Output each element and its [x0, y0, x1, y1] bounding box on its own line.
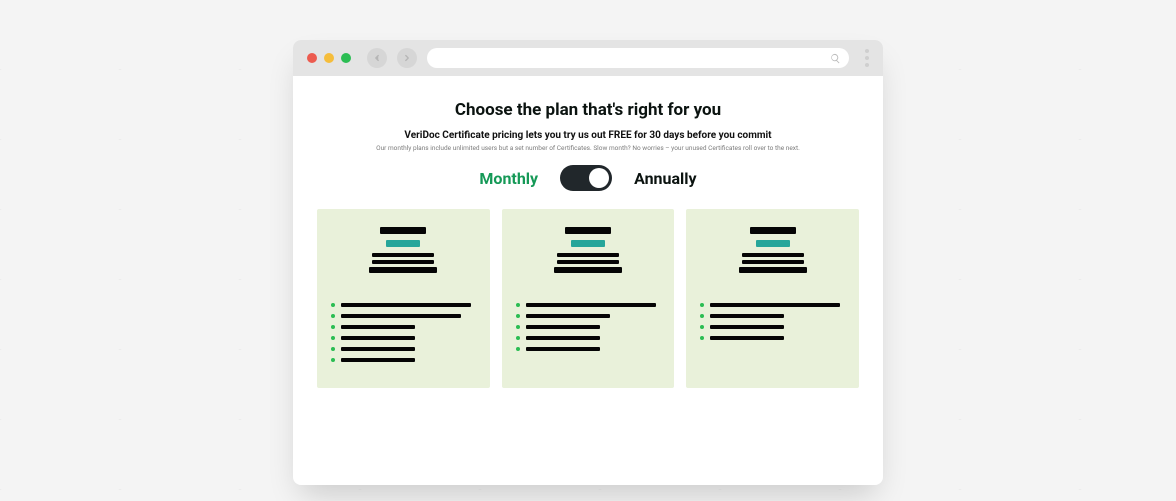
feature-text-placeholder [341, 358, 415, 362]
feature-row [516, 314, 661, 318]
feature-text-placeholder [341, 347, 415, 351]
feature-list [700, 303, 845, 340]
bullet-icon [331, 358, 335, 362]
feature-row [331, 358, 476, 362]
feature-text-placeholder [341, 325, 415, 329]
bullet-icon [516, 314, 520, 318]
page-subtext: Our monthly plans include unlimited user… [317, 144, 859, 152]
bullet-icon [331, 336, 335, 340]
feature-row [516, 347, 661, 351]
feature-list [331, 303, 476, 362]
feature-text-placeholder [526, 314, 610, 318]
feature-text-placeholder [526, 325, 600, 329]
feature-text-placeholder [710, 336, 784, 340]
toggle-knob [589, 168, 609, 188]
feature-text-placeholder [710, 325, 784, 329]
window-controls [307, 53, 351, 63]
plan-desc-line [742, 260, 804, 264]
feature-text-placeholder [341, 303, 471, 307]
plan-name-placeholder [750, 227, 796, 234]
feature-text-placeholder [526, 336, 600, 340]
plan-name-placeholder [380, 227, 426, 234]
monthly-label[interactable]: Monthly [479, 169, 538, 188]
page-subtitle: VeriDoc Certificate pricing lets you try… [317, 130, 859, 141]
feature-row [331, 336, 476, 340]
feature-row [516, 336, 661, 340]
forward-button[interactable] [397, 48, 417, 68]
feature-row [331, 325, 476, 329]
search-icon [830, 53, 841, 64]
plan-cta-placeholder[interactable] [739, 267, 807, 273]
bullet-icon [516, 336, 520, 340]
pricing-section: Choose the plan that's right for you Ver… [293, 76, 883, 191]
plan-cta-placeholder[interactable] [554, 267, 622, 273]
pricing-cards [293, 209, 883, 388]
bullet-icon [700, 325, 704, 329]
close-icon[interactable] [307, 53, 317, 63]
billing-period-toggle-row: Monthly Annually [317, 165, 859, 191]
plan-desc-line [557, 260, 619, 264]
feature-text-placeholder [526, 347, 600, 351]
bullet-icon [331, 314, 335, 318]
feature-row [700, 325, 845, 329]
back-button[interactable] [367, 48, 387, 68]
bullet-icon [700, 303, 704, 307]
feature-row [700, 314, 845, 318]
billing-toggle[interactable] [560, 165, 612, 191]
feature-text-placeholder [710, 303, 840, 307]
plan-desc-line [372, 260, 434, 264]
plan-price-placeholder [386, 240, 420, 247]
feature-row [700, 303, 845, 307]
feature-row [331, 314, 476, 318]
plan-name-placeholder [565, 227, 611, 234]
menu-button[interactable] [865, 49, 869, 67]
feature-row [331, 303, 476, 307]
bullet-icon [516, 303, 520, 307]
bullet-icon [700, 314, 704, 318]
browser-window: Choose the plan that's right for you Ver… [293, 40, 883, 485]
plan-price-placeholder [571, 240, 605, 247]
browser-chrome [293, 40, 883, 76]
bullet-icon [516, 347, 520, 351]
maximize-icon[interactable] [341, 53, 351, 63]
pricing-card-2[interactable] [502, 209, 675, 388]
page-title: Choose the plan that's right for you [317, 100, 859, 120]
address-bar[interactable] [427, 48, 849, 68]
bullet-icon [331, 347, 335, 351]
bullet-icon [516, 325, 520, 329]
bullet-icon [331, 303, 335, 307]
feature-text-placeholder [526, 303, 656, 307]
feature-row [331, 347, 476, 351]
feature-text-placeholder [710, 314, 784, 318]
feature-text-placeholder [341, 314, 461, 318]
feature-text-placeholder [341, 336, 415, 340]
pricing-card-3[interactable] [686, 209, 859, 388]
plan-price-placeholder [756, 240, 790, 247]
plan-desc-line [557, 253, 619, 257]
feature-row [516, 325, 661, 329]
feature-row [516, 303, 661, 307]
pricing-card-1[interactable] [317, 209, 490, 388]
bullet-icon [700, 336, 704, 340]
plan-desc-line [742, 253, 804, 257]
annually-label[interactable]: Annually [634, 169, 696, 188]
feature-list [516, 303, 661, 351]
plan-desc-line [372, 253, 434, 257]
feature-row [700, 336, 845, 340]
bullet-icon [331, 325, 335, 329]
plan-cta-placeholder[interactable] [369, 267, 437, 273]
minimize-icon[interactable] [324, 53, 334, 63]
